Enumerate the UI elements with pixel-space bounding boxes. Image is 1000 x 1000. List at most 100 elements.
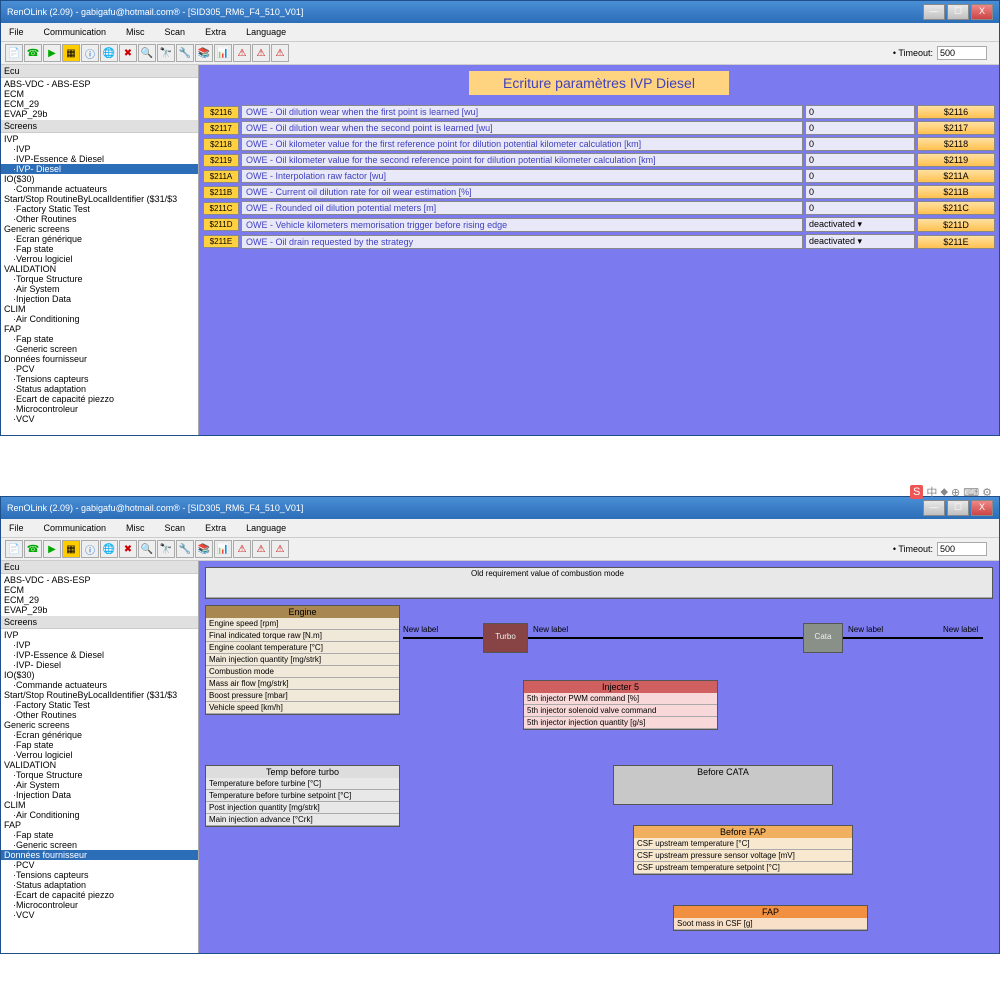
search-icon[interactable]: 🔍 xyxy=(138,44,156,62)
grid-icon[interactable]: ▦ xyxy=(62,44,80,62)
tree-item[interactable]: ·Verrou logiciel xyxy=(1,750,198,760)
tool-icon[interactable]: 🔧 xyxy=(176,540,194,558)
ecu-item[interactable]: ECM_29 xyxy=(1,595,198,605)
tray-icon[interactable]: ⚙ xyxy=(982,486,992,499)
tree-item[interactable]: ·IVP-Essence & Diesel xyxy=(1,650,198,660)
param-write-button[interactable]: $2117 xyxy=(917,121,995,135)
play-icon[interactable]: ▶ xyxy=(43,44,61,62)
tree-item[interactable]: ·VCV xyxy=(1,414,198,424)
menu-language[interactable]: Language xyxy=(242,25,290,39)
param-write-button[interactable]: $2116 xyxy=(917,105,995,119)
warning3-icon[interactable]: ⚠ xyxy=(271,540,289,558)
param-value-dropdown[interactable]: deactivated ▾ xyxy=(805,217,915,232)
layers-icon[interactable]: 📚 xyxy=(195,540,213,558)
close-button[interactable]: X xyxy=(971,500,993,516)
tree-item[interactable]: Generic screens xyxy=(1,224,198,234)
tree-item[interactable]: ·Commande actuateurs xyxy=(1,184,198,194)
layers-icon[interactable]: 📚 xyxy=(195,44,213,62)
tree-item[interactable]: ·Ecart de capacité piezzo xyxy=(1,394,198,404)
tree-item[interactable]: ·Tensions capteurs xyxy=(1,870,198,880)
warning2-icon[interactable]: ⚠ xyxy=(252,44,270,62)
menu-communication[interactable]: Communication xyxy=(40,25,111,39)
info-icon[interactable]: ⓘ xyxy=(81,44,99,62)
tray-icon[interactable]: ⬥ xyxy=(940,486,948,499)
tree-item[interactable]: VALIDATION xyxy=(1,264,198,274)
ime-icon[interactable]: S xyxy=(910,485,923,499)
sidebar[interactable]: Ecu ABS-VDC - ABS-ESPECMECM_29EVAP_29b S… xyxy=(1,561,199,953)
tree-item[interactable]: Start/Stop RoutineByLocalIdentifier ($31… xyxy=(1,690,198,700)
param-value-input[interactable]: 0 xyxy=(805,137,915,151)
tree-item[interactable]: Données fournisseur xyxy=(1,354,198,364)
menu-extra[interactable]: Extra xyxy=(201,521,230,535)
binoculars-icon[interactable]: 🔭 xyxy=(157,540,175,558)
globe-icon[interactable]: 🌐 xyxy=(100,44,118,62)
tree-item[interactable]: ·Ecart de capacité piezzo xyxy=(1,890,198,900)
tree-item[interactable]: ·IVP xyxy=(1,640,198,650)
tree-item[interactable]: ·Verrou logiciel xyxy=(1,254,198,264)
param-write-button[interactable]: $211A xyxy=(917,169,995,183)
tray-icon[interactable]: ⊕ xyxy=(951,486,960,499)
tree-item[interactable]: ·Status adaptation xyxy=(1,880,198,890)
close-button[interactable]: X xyxy=(971,4,993,20)
param-write-button[interactable]: $2118 xyxy=(917,137,995,151)
new-icon[interactable]: 📄 xyxy=(5,540,23,558)
chart-icon[interactable]: 📊 xyxy=(214,44,232,62)
menu-scan[interactable]: Scan xyxy=(161,25,190,39)
param-value-input[interactable]: 0 xyxy=(805,201,915,215)
tree-item[interactable]: Données fournisseur xyxy=(1,850,198,860)
ecu-item[interactable]: ECM xyxy=(1,585,198,595)
param-value-input[interactable]: 0 xyxy=(805,153,915,167)
minimize-button[interactable]: — xyxy=(923,500,945,516)
tree-item[interactable]: CLIM xyxy=(1,800,198,810)
tree-item[interactable]: ·Commande actuateurs xyxy=(1,680,198,690)
menu-file[interactable]: File xyxy=(5,25,28,39)
warning1-icon[interactable]: ⚠ xyxy=(233,44,251,62)
tree-item[interactable]: ·PCV xyxy=(1,364,198,374)
minimize-button[interactable]: — xyxy=(923,4,945,20)
ecu-item[interactable]: ECM_29 xyxy=(1,99,198,109)
tree-item[interactable]: ·IVP xyxy=(1,144,198,154)
tree-item[interactable]: IVP xyxy=(1,134,198,144)
param-value-dropdown[interactable]: deactivated ▾ xyxy=(805,234,915,249)
tool-icon[interactable]: 🔧 xyxy=(176,44,194,62)
param-write-button[interactable]: $211B xyxy=(917,185,995,199)
tree-item[interactable]: FAP xyxy=(1,820,198,830)
tree-item[interactable]: ·Torque Structure xyxy=(1,274,198,284)
param-write-button[interactable]: $2119 xyxy=(917,153,995,167)
tree-item[interactable]: ·Air System xyxy=(1,284,198,294)
tree-item[interactable]: ·Fap state xyxy=(1,244,198,254)
tree-item[interactable]: Start/Stop RoutineByLocalIdentifier ($31… xyxy=(1,194,198,204)
tree-item[interactable]: IVP xyxy=(1,630,198,640)
chart-icon[interactable]: 📊 xyxy=(214,540,232,558)
ecu-item[interactable]: EVAP_29b xyxy=(1,109,198,119)
menu-language[interactable]: Language xyxy=(242,521,290,535)
tree-item[interactable]: ·Air Conditioning xyxy=(1,314,198,324)
tree-item[interactable]: ·Injection Data xyxy=(1,790,198,800)
tree-item[interactable]: ·Fap state xyxy=(1,334,198,344)
tree-item[interactable]: ·Air Conditioning xyxy=(1,810,198,820)
delete-icon[interactable]: ✖ xyxy=(119,44,137,62)
param-write-button[interactable]: $211D xyxy=(917,218,995,232)
connect-icon[interactable]: ☎ xyxy=(24,540,42,558)
globe-icon[interactable]: 🌐 xyxy=(100,540,118,558)
tree-item[interactable]: ·Tensions capteurs xyxy=(1,374,198,384)
menu-extra[interactable]: Extra xyxy=(201,25,230,39)
tree-item[interactable]: ·Fap state xyxy=(1,830,198,840)
timeout-input[interactable] xyxy=(937,46,987,60)
titlebar[interactable]: RenOLink (2.09) - gabigafu@hotmail.com® … xyxy=(1,1,999,23)
tree-item[interactable]: ·IVP- Diesel xyxy=(1,164,198,174)
param-value-input[interactable]: 0 xyxy=(805,121,915,135)
tree-item[interactable]: ·Generic screen xyxy=(1,840,198,850)
new-icon[interactable]: 📄 xyxy=(5,44,23,62)
tray-icon[interactable]: 中 xyxy=(926,484,937,500)
tree-item[interactable]: ·IVP- Diesel xyxy=(1,660,198,670)
param-value-input[interactable]: 0 xyxy=(805,105,915,119)
tree-item[interactable]: ·Torque Structure xyxy=(1,770,198,780)
tree-item[interactable]: ·Microcontroleur xyxy=(1,404,198,414)
ecu-item[interactable]: EVAP_29b xyxy=(1,605,198,615)
grid-icon[interactable]: ▦ xyxy=(62,540,80,558)
delete-icon[interactable]: ✖ xyxy=(119,540,137,558)
tree-item[interactable]: ·Factory Static Test xyxy=(1,700,198,710)
ecu-item[interactable]: ECM xyxy=(1,89,198,99)
maximize-button[interactable]: ☐ xyxy=(947,4,969,20)
